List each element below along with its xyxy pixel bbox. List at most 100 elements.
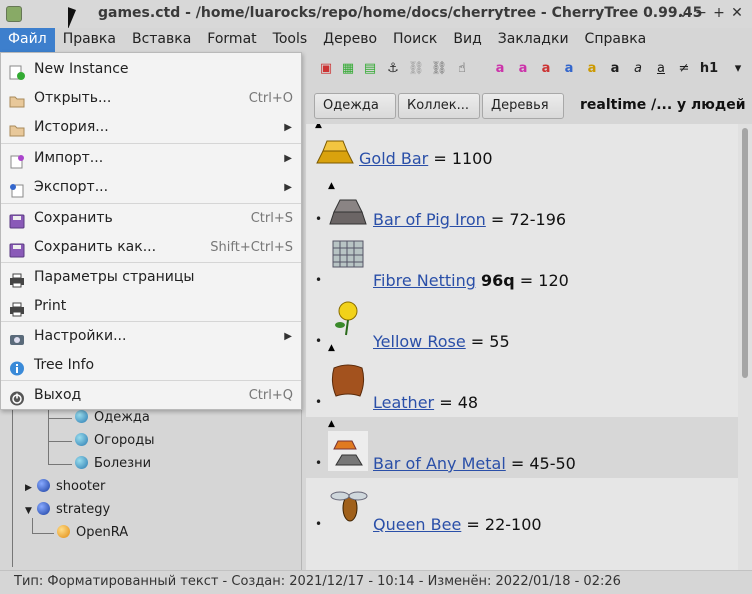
rich-text-content[interactable]: ▲ Gold Bar = 1100 ▲ • Bar of Pig Iron = … (306, 124, 738, 570)
insert-codebox-icon[interactable]: ▤ (361, 60, 379, 78)
menu-item-tree-info[interactable]: Tree Info (1, 351, 301, 380)
menu-item-save-as[interactable]: Сохранить как... Shift+Ctrl+S (1, 233, 301, 262)
bg-color-icon[interactable]: a (514, 60, 532, 78)
menu-tools[interactable]: Tools (265, 28, 316, 52)
submenu-arrow-icon: ▶ (284, 122, 292, 133)
menu-item-label: Выход (34, 387, 82, 403)
italic-icon[interactable]: a (629, 60, 647, 78)
item-link[interactable]: Bar of Any Metal (373, 454, 506, 473)
menu-item-new-instance[interactable]: New Instance (1, 55, 301, 84)
menu-item-label: Сохранить (34, 210, 113, 226)
menu-tree[interactable]: Дерево (315, 28, 385, 52)
cursor-hand-icon[interactable]: ☝ (453, 60, 471, 78)
bold-icon[interactable]: a (606, 60, 624, 78)
item-link[interactable]: Leather (373, 393, 434, 412)
breadcrumb-button[interactable]: Одежда (314, 93, 396, 119)
underline-icon[interactable]: a (652, 60, 670, 78)
title-bar[interactable]: games.ctd - /home/luarocks/repo/home/doc… (0, 0, 752, 28)
list-item: • Fibre Netting 96q = 120 (306, 234, 738, 295)
menu-item-shortcut: Ctrl+O (248, 91, 293, 106)
menu-item-preferences[interactable]: Настройки... ▶ (1, 322, 301, 351)
maximize-icon[interactable]: + (710, 4, 728, 22)
link-node-icon[interactable]: ⛓ (430, 60, 448, 78)
menu-file[interactable]: Файл (0, 28, 55, 52)
item-link[interactable]: Fibre Netting (373, 271, 476, 290)
close-icon[interactable]: ✕ (728, 4, 746, 22)
any-metal-image (328, 431, 368, 471)
scrollbar-thumb[interactable] (742, 128, 748, 378)
menu-item-export[interactable]: Экспорт... ▶ (1, 173, 301, 202)
tree-item[interactable]: Одежда (75, 407, 150, 429)
strikethrough-icon[interactable]: ≠ (675, 60, 693, 78)
menu-view[interactable]: Вид (445, 28, 489, 52)
fg-color-icon[interactable]: a (491, 60, 509, 78)
link-icon[interactable]: ⛓ (407, 60, 425, 78)
anchor-triangle-icon[interactable]: ▲ (328, 343, 335, 353)
tree-item[interactable]: OpenRA (57, 522, 128, 544)
menu-item-shortcut: Shift+Ctrl+S (210, 240, 293, 255)
toolbar: ▣ ▦ ▤ ⚓ ⛓ ⛓ ☝ a a a a a a a a ≠ h1 ▾ (305, 52, 752, 86)
tree-item[interactable]: Огороды (75, 430, 154, 452)
heading1-icon[interactable]: h1 (697, 60, 721, 78)
insert-image-icon[interactable]: ▣ (317, 60, 335, 78)
tree-connector (12, 407, 13, 567)
menu-item-history[interactable]: История... ▶ (1, 113, 301, 142)
menu-item-save[interactable]: Сохранить Ctrl+S (1, 204, 301, 233)
item-quality: 96q (481, 271, 515, 290)
item-link[interactable]: Bar of Pig Iron (373, 210, 486, 229)
menu-help[interactable]: Справка (577, 28, 655, 52)
breadcrumb-button[interactable]: Коллек... (398, 93, 480, 119)
tree-connector (48, 464, 72, 465)
menu-item-open[interactable]: Открыть... Ctrl+O (1, 84, 301, 113)
menu-item-label: История... (34, 119, 109, 135)
menu-bookmarks[interactable]: Закладки (490, 28, 577, 52)
app-icon[interactable] (6, 6, 22, 22)
menu-item-label: New Instance (34, 61, 129, 77)
item-value: = 22-100 (461, 515, 542, 534)
breadcrumb-button[interactable]: Деревья (482, 93, 564, 119)
leather-image (328, 360, 368, 400)
item-link[interactable]: Gold Bar (359, 149, 428, 168)
menu-item-print[interactable]: Print (1, 292, 301, 321)
insert-table-icon[interactable]: ▦ (339, 60, 357, 78)
tree-item-label: OpenRA (76, 525, 129, 540)
gold-bar-image (315, 129, 355, 169)
anchor-triangle-icon[interactable]: ▲ (328, 419, 335, 429)
tree-item[interactable]: ▶ shooter (25, 476, 105, 498)
folder-icon (9, 120, 25, 137)
menu-format[interactable]: Format (199, 28, 264, 52)
format-highlight-icon[interactable]: a (583, 60, 601, 78)
bullet: • (315, 273, 323, 287)
tree-item[interactable]: Болезни (75, 453, 151, 475)
preferences-icon (9, 329, 25, 345)
remove-format-icon[interactable]: a (537, 60, 555, 78)
vertical-scrollbar[interactable] (738, 124, 752, 570)
menu-edit[interactable]: Правка (55, 28, 124, 52)
item-link[interactable]: Yellow Rose (373, 332, 466, 351)
item-text: Gold Bar = 1100 (359, 149, 493, 168)
restore-icon[interactable]: ⌄ (674, 4, 692, 22)
menu-item-quit[interactable]: Выход Ctrl+Q (1, 381, 301, 410)
current-node-path: realtime /... у людей (580, 97, 746, 113)
expander-down-icon[interactable]: ▼ (25, 500, 37, 522)
toolbar-overflow-icon[interactable]: ▾ (729, 60, 747, 78)
minimize-icon[interactable]: − (692, 4, 710, 22)
tree-item[interactable]: ▼ strategy (25, 499, 110, 521)
save-as-icon (9, 240, 25, 258)
bullet: • (315, 334, 323, 348)
menu-item-import[interactable]: Импорт... ▶ (1, 144, 301, 173)
item-link[interactable]: Queen Bee (373, 515, 461, 534)
menu-search[interactable]: Поиск (385, 28, 445, 52)
bullet: • (315, 517, 323, 531)
expander-right-icon[interactable]: ▶ (25, 477, 37, 499)
folder-icon (9, 91, 25, 108)
format-latest-icon[interactable]: a (560, 60, 578, 78)
item-text: Leather = 48 (373, 393, 478, 412)
menu-item-page-setup[interactable]: Параметры страницы (1, 263, 301, 292)
bullet: • (315, 395, 323, 409)
save-icon (9, 211, 25, 229)
menu-insert[interactable]: Вставка (124, 28, 199, 52)
tree-item-label: Огороды (94, 433, 155, 448)
item-value: = 120 (514, 271, 569, 290)
anchor-icon[interactable]: ⚓ (384, 60, 402, 78)
